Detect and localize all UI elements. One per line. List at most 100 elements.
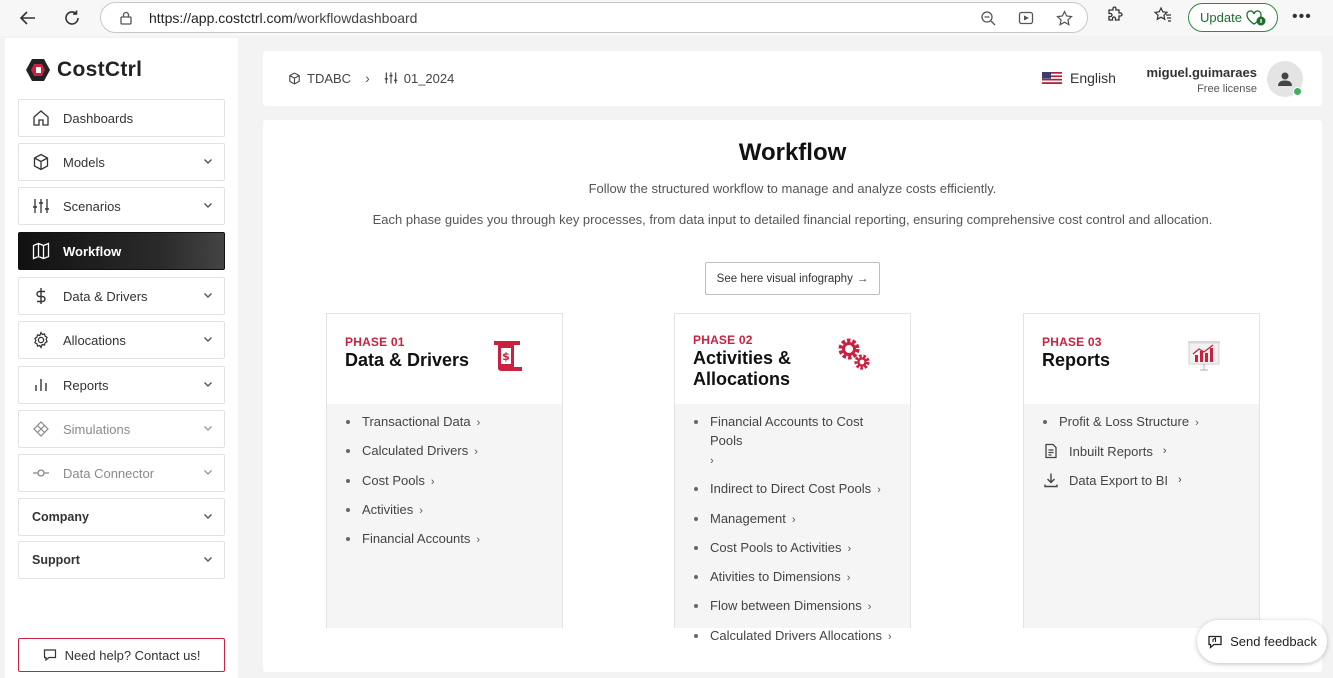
- chevron-right-icon: ›: [476, 534, 481, 547]
- sidebar-item-scenarios[interactable]: Scenarios: [18, 187, 225, 225]
- page-description: Each phase guides you through key proces…: [372, 212, 1213, 227]
- list-item[interactable]: Indirect to Direct Cost Pools ›: [692, 479, 898, 500]
- page-title: Workflow: [738, 139, 847, 166]
- avatar[interactable]: [1267, 61, 1303, 97]
- sidebar-item-workflow[interactable]: Workflow: [18, 232, 225, 270]
- back-icon[interactable]: [17, 7, 39, 29]
- sidebar-item-simulations[interactable]: Simulations: [18, 410, 225, 448]
- visual-infographic-button[interactable]: See here visual infography →: [705, 262, 880, 295]
- chevron-down-icon: [202, 378, 214, 393]
- chevron-right-icon: ›: [1195, 417, 1199, 429]
- phase-card-reports: PHASE 03 Reports Profit & Loss Structure…: [1023, 313, 1260, 628]
- chevron-right-icon: ›: [365, 70, 370, 86]
- list-item-label: Cost Pools to Activities: [710, 539, 842, 555]
- browser-toolbar: https://app.costctrl.com/workflowdashboa…: [0, 0, 1333, 36]
- sidebar-item-dashboards[interactable]: Dashboards: [18, 99, 225, 137]
- list-item[interactable]: Ativities to Dimensions ›: [692, 567, 898, 588]
- simulation-icon: [31, 419, 51, 439]
- breadcrumb-model[interactable]: TDABC: [307, 71, 351, 86]
- chevron-right-icon: ›: [847, 542, 852, 555]
- lock-icon: [120, 11, 132, 25]
- chevron-right-icon: ›: [846, 572, 851, 585]
- list-item[interactable]: Transactional Data ›: [344, 412, 550, 433]
- zoom-icon[interactable]: [979, 9, 997, 27]
- list-item[interactable]: Management ›: [692, 509, 898, 530]
- sidebar-item-label: Allocations: [63, 332, 126, 348]
- list-item[interactable]: Financial Accounts ›: [344, 529, 550, 550]
- chevron-right-icon: ›: [791, 513, 796, 526]
- sidebar-item-models[interactable]: Models: [18, 143, 225, 181]
- favorites-icon[interactable]: [1154, 6, 1172, 24]
- chevron-right-icon: ›: [1162, 445, 1167, 457]
- list-item-label: Activities: [362, 501, 414, 517]
- address-bar[interactable]: https://app.costctrl.com/workflowdashboa…: [100, 2, 1088, 33]
- more-menu-icon[interactable]: •••: [1292, 8, 1312, 26]
- logo[interactable]: CostCtrl: [25, 58, 142, 82]
- us-flag-icon: [1042, 72, 1062, 84]
- gear-icon: [31, 330, 51, 350]
- home-icon: [31, 108, 51, 128]
- sidebar-item-reports[interactable]: Reports: [18, 366, 225, 404]
- phase-card-activities-allocations: PHASE 02 Activities & Allocations Financ…: [674, 313, 911, 643]
- chevron-down-icon: [202, 333, 214, 348]
- chevron-down-icon: [202, 199, 214, 214]
- star-icon[interactable]: [1055, 9, 1073, 27]
- sidebar-item-label: Data & Drivers: [63, 288, 148, 304]
- sliders-icon: [384, 72, 397, 84]
- list-item-label: Flow between Dimensions: [710, 598, 862, 614]
- sidebar-item-support[interactable]: Support: [18, 541, 225, 579]
- list-item-label: Indirect to Direct Cost Pools: [710, 481, 872, 497]
- extensions-icon[interactable]: [1106, 6, 1124, 24]
- chevron-right-icon: ›: [1178, 474, 1182, 486]
- update-label: Update: [1200, 10, 1242, 25]
- phase-title-line: Allocations: [693, 369, 791, 389]
- page-subtitle: Follow the structured workflow to manage…: [588, 181, 997, 196]
- sidebar-item-label: Dashboards: [63, 110, 134, 126]
- sidebar-item-allocations[interactable]: Allocations: [18, 321, 225, 359]
- list-item[interactable]: Calculated Drivers ›: [344, 441, 550, 462]
- sidebar-item-company[interactable]: Company: [18, 498, 225, 536]
- data-export-bi-link[interactable]: Data Export to BI ›: [1041, 472, 1247, 488]
- sidebar-item-label: Scenarios: [63, 198, 121, 214]
- chat-icon: [43, 649, 56, 662]
- license-label: Free license: [1197, 83, 1257, 95]
- list-item[interactable]: Activities ›: [344, 500, 550, 521]
- chevron-right-icon: ›: [430, 475, 435, 488]
- sidebar-item-data-connector[interactable]: Data Connector: [18, 454, 225, 492]
- logo-icon: [26, 59, 50, 81]
- inbuilt-reports-link[interactable]: Inbuilt Reports ›: [1041, 443, 1247, 459]
- chevron-right-icon: ›: [877, 484, 881, 497]
- cube-icon: [31, 152, 51, 172]
- user-info[interactable]: miguel.guimaraes Free license: [1123, 65, 1257, 95]
- presentation-chart-icon: [1187, 339, 1221, 378]
- chevron-down-icon: [202, 155, 214, 170]
- cube-icon: [289, 71, 300, 85]
- list-item[interactable]: Financial Accounts to Cost Pools ›: [692, 412, 898, 471]
- list-item[interactable]: Profit & Loss Structure ›: [1041, 412, 1247, 433]
- send-feedback-button[interactable]: Send feedback: [1197, 620, 1327, 663]
- list-item[interactable]: Cost Pools ›: [344, 471, 550, 492]
- list-item-label: Profit & Loss Structure: [1059, 414, 1190, 429]
- list-item-label: Ativities to Dimensions: [710, 569, 841, 585]
- chevron-right-icon: ›: [867, 601, 872, 614]
- list-item[interactable]: Cost Pools to Activities ›: [692, 538, 898, 559]
- phase-title: Activities & Allocations: [693, 348, 910, 390]
- phase-label: PHASE 01: [345, 335, 405, 349]
- list-item[interactable]: Calculated Drivers Allocations ›: [692, 626, 898, 647]
- language-selector[interactable]: English: [1042, 70, 1116, 86]
- list-item[interactable]: Flow between Dimensions ›: [692, 596, 898, 617]
- language-label: English: [1070, 70, 1116, 86]
- logo-text: CostCtrl: [57, 58, 143, 81]
- media-icon[interactable]: [1017, 9, 1035, 27]
- contact-help-button[interactable]: Need help? Contact us!: [18, 638, 225, 672]
- update-button[interactable]: Update: [1188, 3, 1278, 32]
- list-item-label: Calculated Drivers Allocations: [710, 627, 882, 643]
- refresh-icon[interactable]: [61, 7, 83, 29]
- dollar-icon: [31, 286, 51, 306]
- heart-icon: [1245, 9, 1267, 30]
- phase-title: Reports: [1042, 350, 1111, 370]
- list-item-label: Transactional Data: [362, 414, 471, 429]
- breadcrumb-scenario[interactable]: 01_2024: [404, 71, 455, 86]
- sidebar-item-data-drivers[interactable]: Data & Drivers: [18, 277, 225, 315]
- top-header: TDABC › 01_2024 English miguel.guimaraes…: [263, 51, 1322, 106]
